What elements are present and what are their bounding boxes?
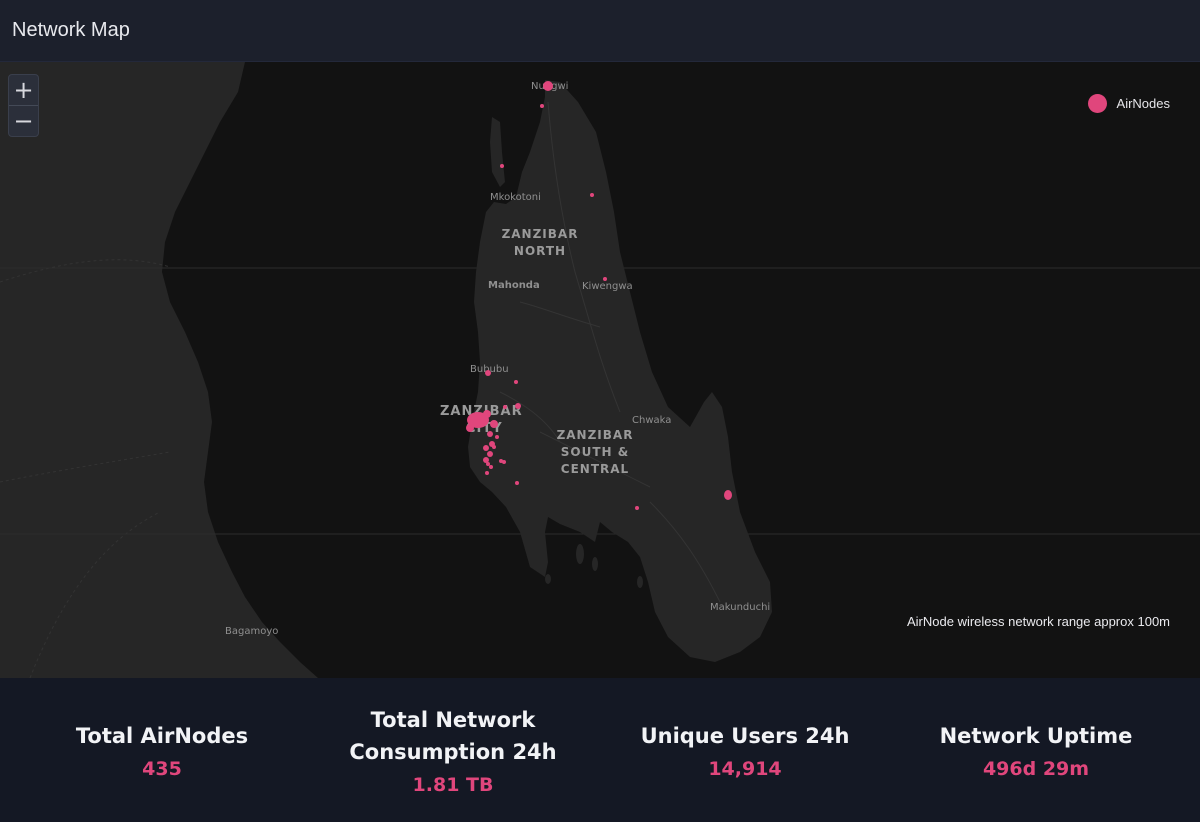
label-chwaka: Chwaka	[632, 415, 671, 426]
airnode-marker[interactable]	[502, 460, 506, 464]
label-south-central-3: CENTRAL	[561, 462, 629, 476]
airnode-marker[interactable]	[483, 410, 491, 418]
airnode-legend-icon	[1087, 94, 1107, 113]
label-zanzibar-north-1: ZANZIBAR	[502, 227, 579, 241]
label-bagamoyo: Bagamoyo	[225, 626, 278, 637]
airnode-marker[interactable]	[490, 420, 498, 428]
stat-label: Total AirNodes	[75, 724, 249, 748]
airnode-marker[interactable]	[487, 451, 493, 457]
airnode-marker[interactable]	[485, 471, 489, 475]
label-mahonda: Mahonda	[488, 280, 540, 291]
airnode-marker[interactable]	[485, 370, 491, 376]
stats-bar: Total AirNodes 435 Total Network Consump…	[0, 678, 1200, 822]
airnode-marker[interactable]	[540, 104, 544, 108]
stat-value: 496d 29m	[982, 758, 1090, 780]
airnode-marker[interactable]	[590, 193, 594, 197]
mainland-landmass	[0, 62, 318, 678]
zoom-out-button[interactable]: −	[9, 106, 38, 136]
stat-label: Unique Users 24h	[640, 724, 850, 748]
airnode-marker[interactable]	[724, 490, 732, 500]
airnode-marker[interactable]	[603, 277, 607, 281]
stat-label: Network Uptime	[939, 724, 1133, 748]
label-zanzibar-north-2: NORTH	[514, 244, 566, 258]
stat-network-uptime: Network Uptime 496d 29m	[886, 678, 1186, 822]
stat-total-airnodes: Total AirNodes 435	[12, 678, 312, 822]
map-legend: AirNodes	[1087, 94, 1170, 113]
zoom-in-button[interactable]: +	[9, 75, 38, 105]
airnode-marker[interactable]	[514, 380, 518, 384]
airnode-marker[interactable]	[635, 506, 639, 510]
airnode-marker[interactable]	[492, 445, 496, 449]
stat-value: 435	[142, 758, 182, 780]
airnode-marker[interactable]	[483, 445, 489, 451]
airnode-marker[interactable]	[486, 462, 490, 466]
airnode-marker[interactable]	[515, 403, 521, 409]
label-south-central-1: ZANZIBAR	[557, 428, 634, 442]
airnode-marker[interactable]	[515, 481, 519, 485]
app-header: Network Map	[0, 0, 1200, 62]
stat-value: 14,914	[708, 758, 782, 780]
stat-unique-users: Unique Users 24h 14,914	[595, 678, 895, 822]
zoom-control: + −	[8, 74, 39, 137]
airnode-marker[interactable]	[503, 405, 507, 409]
airnode-marker[interactable]	[500, 164, 504, 168]
airnode-marker[interactable]	[489, 465, 493, 469]
stat-value: 1.81 TB	[412, 774, 494, 796]
tumbatu-island	[490, 117, 505, 187]
map-canvas[interactable]: Nungwi Mkokotoni ZANZIBAR NORTH Mahonda …	[0, 62, 1200, 678]
airnode-marker[interactable]	[495, 435, 499, 439]
label-makunduchi: Makunduchi	[710, 602, 770, 613]
stat-network-consumption: Total Network Consumption 24h 1.81 TB	[303, 678, 603, 822]
legend-label: AirNodes	[1116, 96, 1170, 111]
small-islands	[545, 544, 643, 588]
label-south-central-2: SOUTH &	[561, 445, 629, 459]
airnode-marker[interactable]	[487, 431, 493, 437]
stat-label: Total Network Consumption 24h	[349, 708, 557, 764]
range-note: AirNode wireless network range approx 10…	[906, 614, 1170, 629]
airnode-marker[interactable]	[543, 81, 553, 91]
label-mkokotoni: Mkokotoni	[490, 192, 541, 203]
label-kiwengwa: Kiwengwa	[582, 281, 633, 292]
page-title: Network Map	[12, 19, 130, 41]
network-map[interactable]: Nungwi Mkokotoni ZANZIBAR NORTH Mahonda …	[0, 62, 1200, 678]
airnode-marker[interactable]	[466, 424, 474, 432]
unguja-island	[468, 80, 772, 662]
